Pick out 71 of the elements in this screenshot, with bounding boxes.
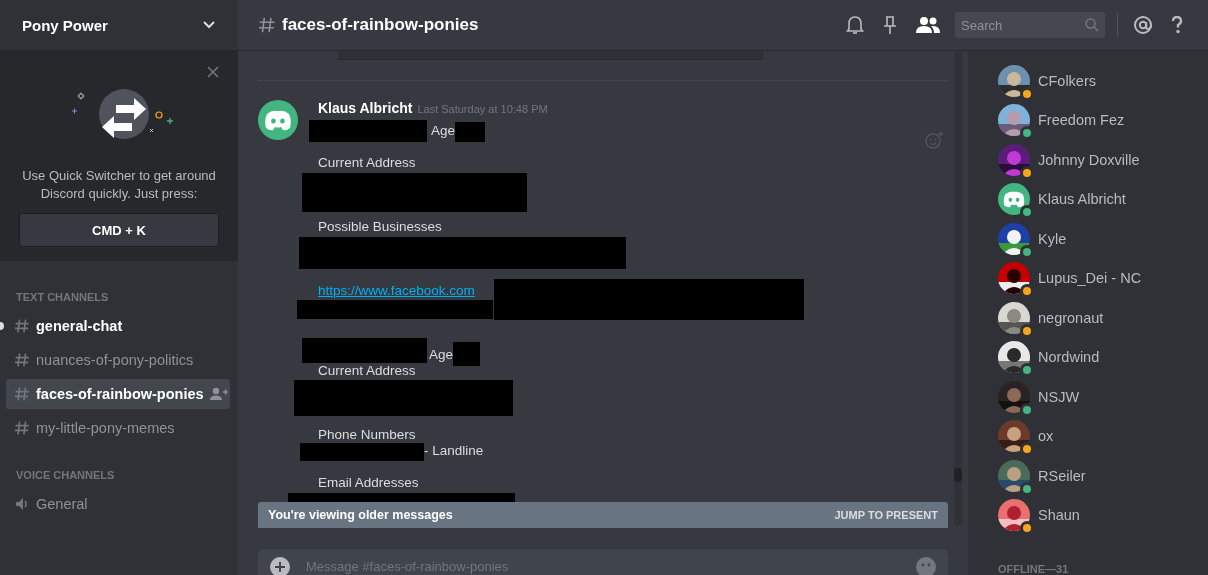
member-item[interactable]: Lupus_Dei - NC [998, 258, 1208, 298]
channel-item[interactable]: my-little-pony-memes [6, 413, 230, 443]
channel-item[interactable]: General [6, 489, 230, 519]
server-name: Pony Power [22, 16, 108, 34]
message-text: Phone Numbers [318, 427, 416, 443]
avatar [258, 100, 298, 140]
member-item[interactable]: Freedom Fez [998, 100, 1208, 140]
member-item[interactable]: Johnny Doxville [998, 140, 1208, 180]
message-text: Current Address [318, 155, 416, 171]
author-name[interactable]: Klaus Albricht [318, 100, 413, 116]
member-item[interactable]: RSeiler [998, 456, 1208, 496]
members-icon[interactable] [916, 16, 940, 34]
member-name: Nordwind [1038, 349, 1100, 366]
link[interactable]: https://www.facebook.com [318, 283, 475, 299]
pin-icon[interactable] [882, 15, 898, 35]
hash-icon [14, 352, 30, 368]
message-text: - Landline [424, 443, 484, 459]
chevron-icon[interactable] [202, 20, 216, 30]
mention-icon[interactable] [1133, 15, 1153, 35]
bell-icon[interactable] [846, 15, 864, 35]
scrollbar-thumb[interactable] [954, 468, 962, 482]
member-item[interactable]: Shaun [998, 495, 1208, 535]
scrollbar[interactable] [954, 51, 962, 526]
hash-icon [14, 386, 30, 402]
member-name: ox [1038, 428, 1054, 445]
speaker-icon [14, 496, 30, 512]
member-name: Shaun [1038, 507, 1080, 524]
member-name: NSJW [1038, 388, 1080, 405]
message-text: Age [429, 347, 454, 363]
redaction-bar [453, 342, 480, 366]
member-item[interactable]: Nordwind [998, 337, 1208, 377]
add-member-icon[interactable] [209, 387, 228, 401]
jump-button[interactable]: JUMP TO PRESENT [834, 509, 938, 521]
member-name: negronaut [1038, 309, 1104, 326]
message-text: Email Addresses [318, 475, 419, 491]
search-icon [1085, 18, 1099, 32]
message-text: Possible Businesses [318, 219, 442, 235]
shortcut-button[interactable]: CMD + K [19, 213, 219, 247]
member-name: Freedom Fez [1038, 112, 1125, 129]
add-icon[interactable] [270, 557, 290, 575]
hash-icon [14, 318, 30, 334]
channel-item[interactable]: nuances-of-pony-politics [6, 345, 230, 375]
member-name: Klaus Albricht [1038, 191, 1126, 208]
timestamp: Last Saturday at 10:48 PM [417, 103, 548, 115]
member-item[interactable]: CFolkers [998, 61, 1208, 101]
member-name: Lupus_Dei - NC [1038, 270, 1142, 287]
channel-title: faces-of-rainbow-ponies [282, 15, 479, 35]
channel-item[interactable]: general-chat [6, 311, 230, 341]
help-icon[interactable] [1171, 16, 1183, 34]
banner-text: You're viewing older messages [268, 508, 453, 522]
tip-text: Use Quick Switcher to get around Discord quickly. Just press: [21, 167, 217, 203]
member-name: Kyle [1038, 230, 1067, 247]
search-input[interactable]: Search [961, 17, 1085, 33]
message-text: Age [431, 123, 456, 139]
member-item[interactable]: Kyle [998, 219, 1208, 259]
search-field[interactable]: Search [955, 12, 1105, 38]
member-name: RSeiler [1038, 467, 1086, 484]
member-item[interactable]: Klaus Albricht [998, 179, 1208, 219]
hash-icon [14, 420, 30, 436]
member-item[interactable]: ox [998, 416, 1208, 456]
section-label: OFFLINE—31 [998, 563, 1070, 575]
redaction-bar [455, 122, 485, 142]
member-item[interactable]: NSJW [998, 377, 1208, 417]
channel-item[interactable]: faces-of-rainbow-ponies [6, 379, 230, 409]
member-name: Johnny Doxville [1038, 151, 1140, 168]
avatar [998, 183, 1030, 216]
message-text: Current Address [318, 363, 416, 379]
close-icon[interactable] [207, 66, 219, 78]
member-item[interactable]: negronaut [998, 298, 1208, 338]
member-name: CFolkers [1038, 72, 1096, 89]
hash-icon [258, 16, 276, 34]
